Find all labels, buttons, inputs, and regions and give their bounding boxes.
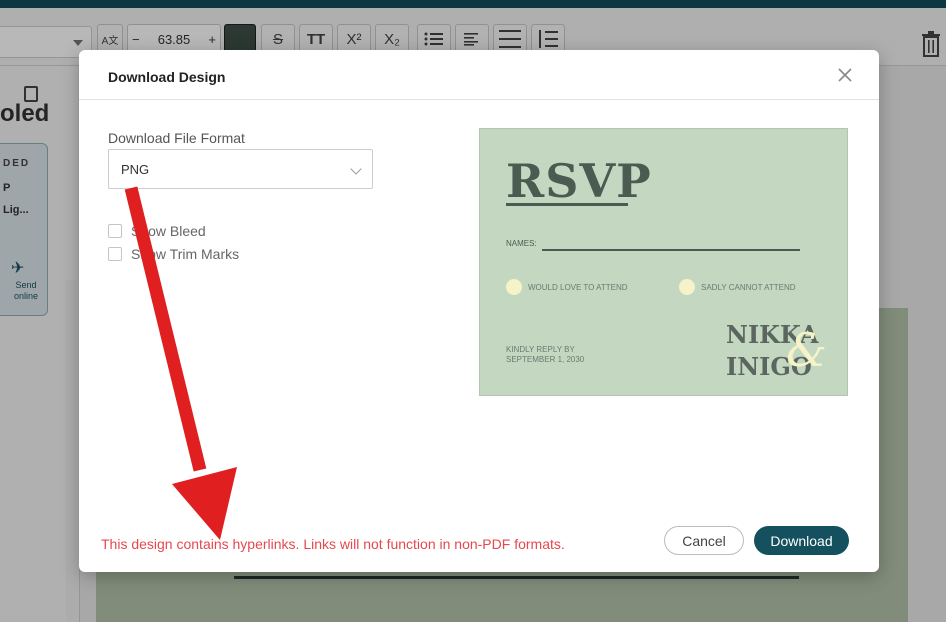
reply-date: SEPTEMBER 1, 2030 — [506, 355, 585, 364]
names-line — [542, 249, 800, 251]
dialog-title: Download Design — [108, 69, 226, 85]
cancel-button[interactable]: Cancel — [664, 526, 744, 555]
option-attend: WOULD LOVE TO ATTEND — [528, 283, 628, 292]
option-decline: SADLY CANNOT ATTEND — [701, 283, 796, 292]
ampersand: & — [786, 323, 827, 377]
names-label: NAMES: — [506, 239, 537, 248]
heading-underline — [506, 203, 628, 206]
show-trim-marks-label: Show Trim Marks — [131, 246, 240, 262]
chevron-down-icon — [350, 163, 362, 175]
download-button[interactable]: Download — [754, 526, 849, 555]
file-format-label: Download File Format — [108, 130, 245, 146]
hyperlink-warning: This design contains hyperlinks. Links w… — [101, 536, 565, 552]
show-bleed-checkbox[interactable] — [108, 224, 122, 238]
option-dot — [679, 279, 695, 295]
preview-heading: RSVP — [506, 154, 652, 208]
close-icon[interactable] — [835, 65, 855, 85]
show-bleed-option[interactable]: Show Bleed — [108, 223, 206, 239]
reply-line: KINDLY REPLY BY — [506, 345, 575, 354]
show-trim-marks-option[interactable]: Show Trim Marks — [108, 246, 239, 262]
file-format-select[interactable]: PNG — [108, 149, 373, 189]
design-preview: RSVP NAMES: WOULD LOVE TO ATTEND SADLY C… — [479, 128, 848, 396]
show-trim-marks-checkbox[interactable] — [108, 247, 122, 261]
option-dot — [506, 279, 522, 295]
dialog-header: Download Design — [79, 50, 879, 100]
download-design-dialog: Download Design Download File Format PNG… — [79, 50, 879, 572]
show-bleed-label: Show Bleed — [131, 223, 206, 239]
file-format-value: PNG — [121, 162, 150, 177]
reply-by-text: KINDLY REPLY BY SEPTEMBER 1, 2030 — [506, 345, 584, 365]
